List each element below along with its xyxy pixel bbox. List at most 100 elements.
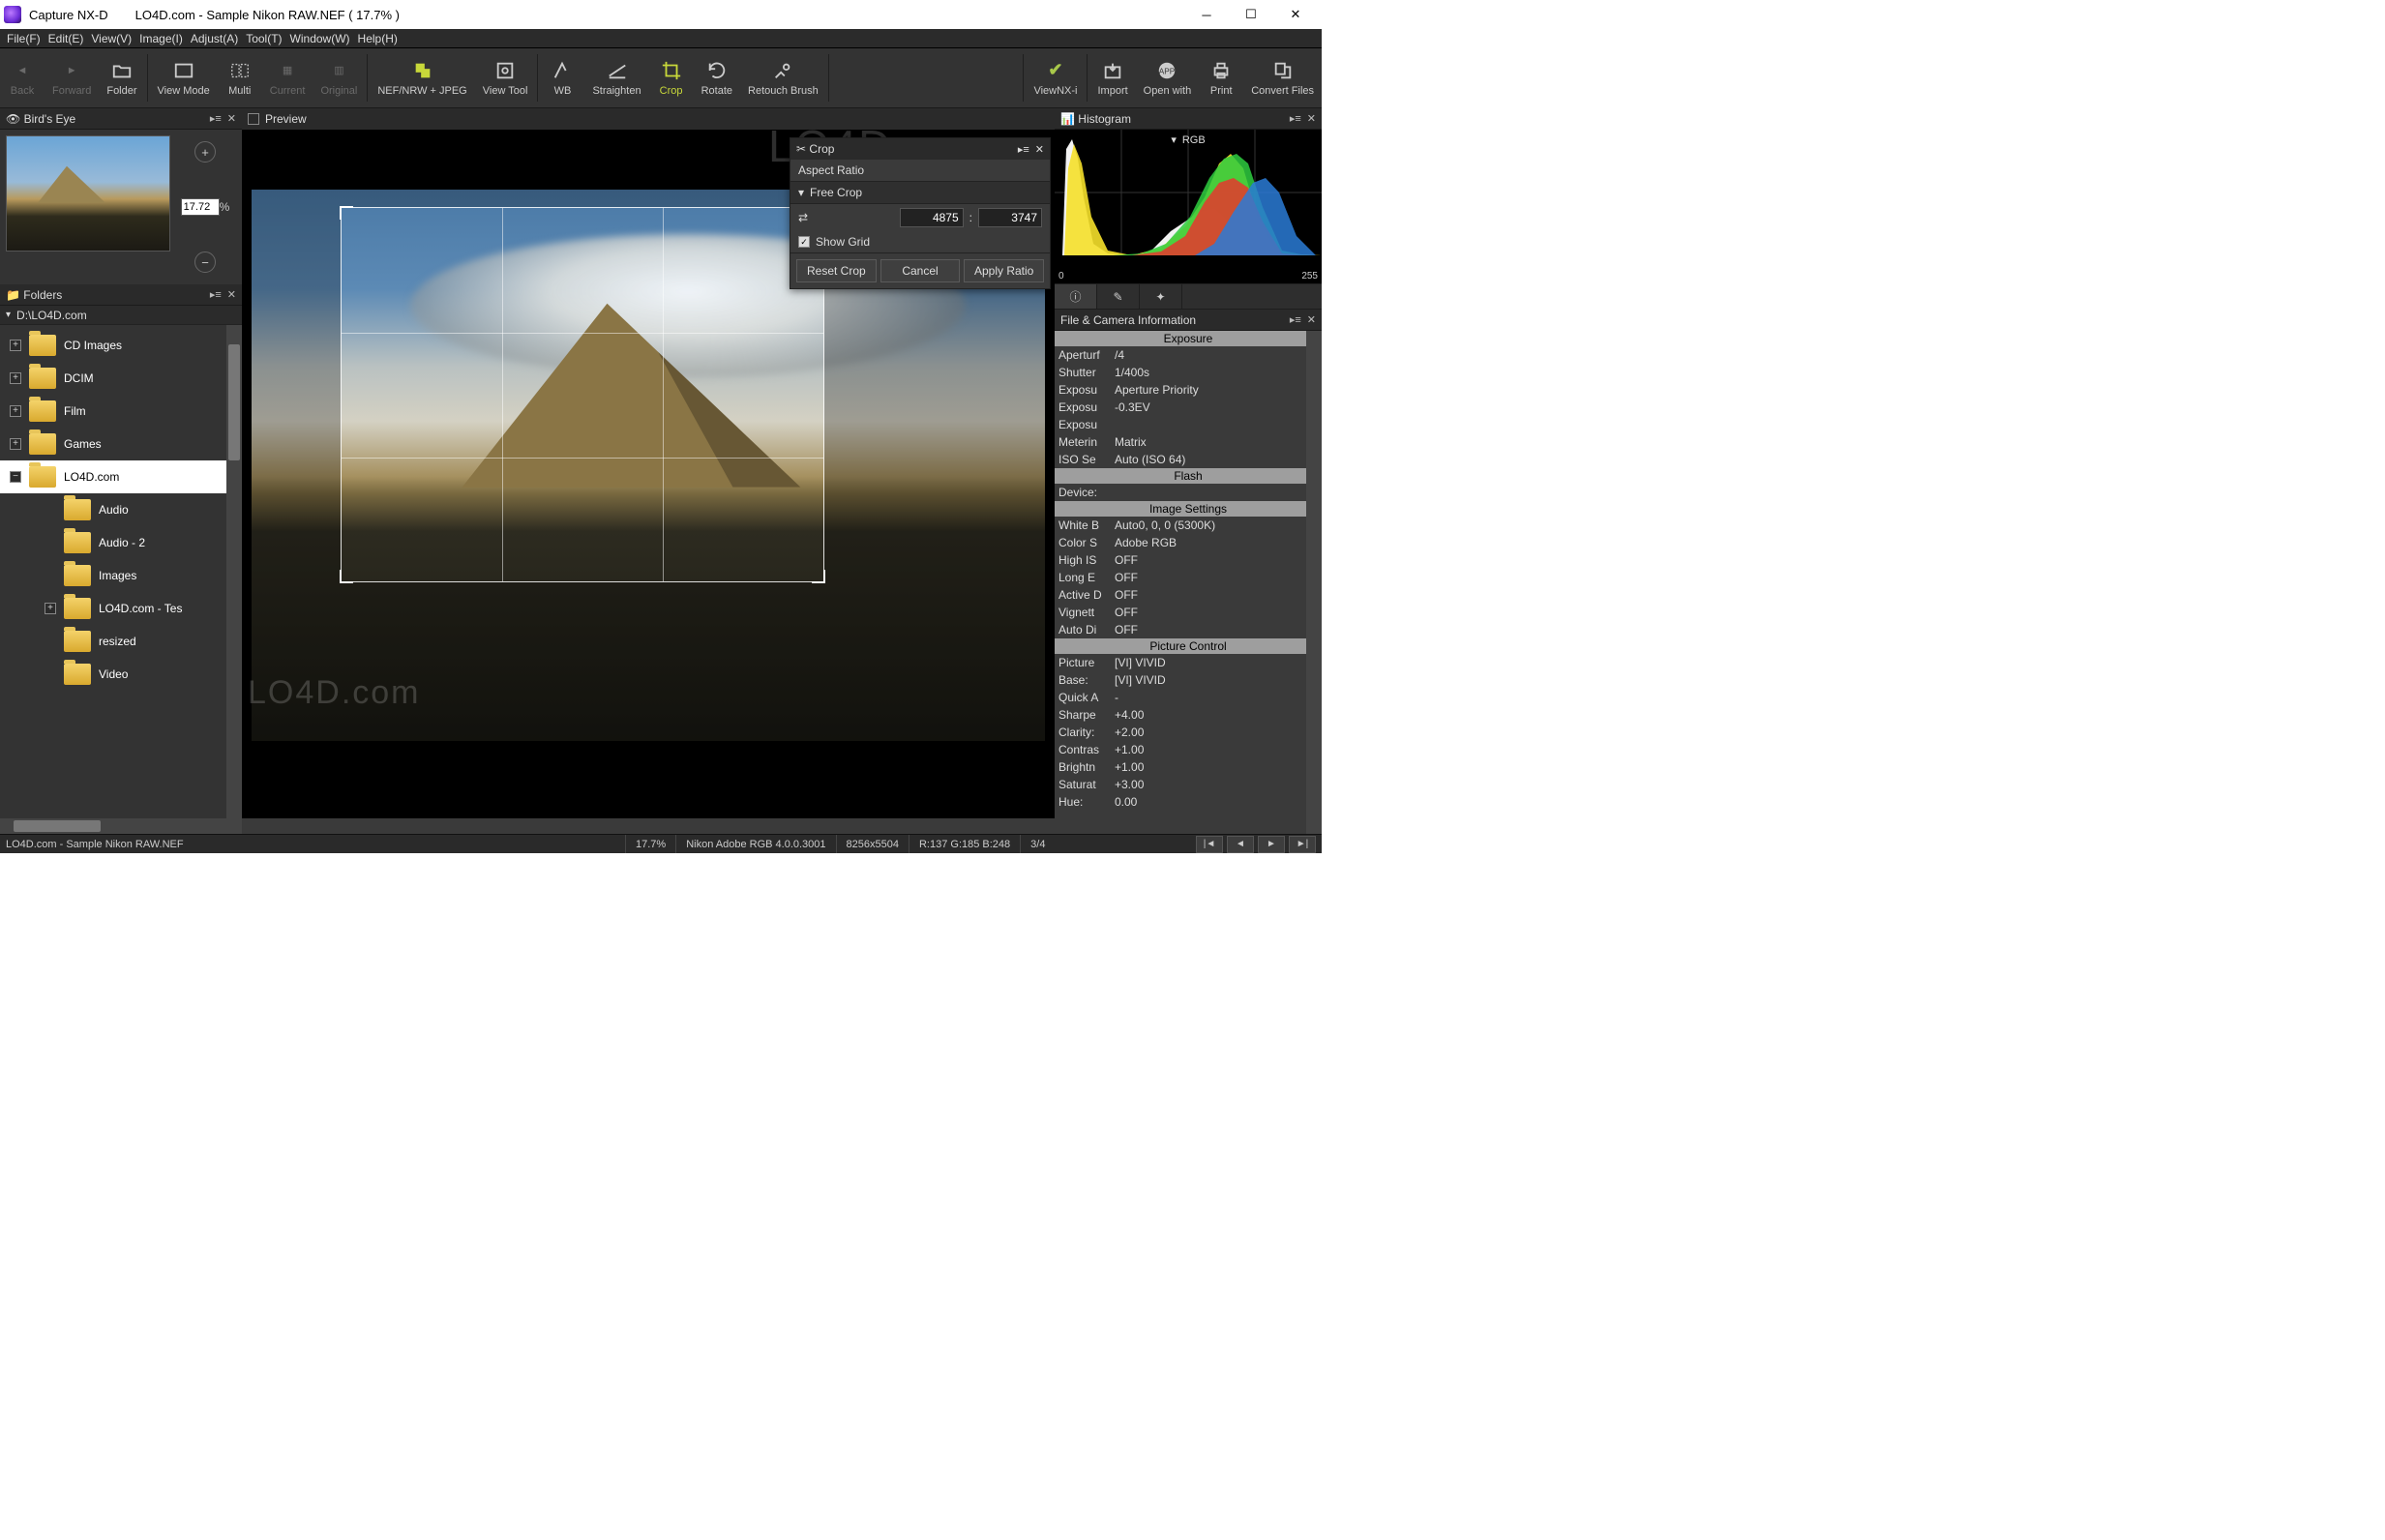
back-button[interactable]: ◄Back bbox=[0, 48, 45, 107]
panel-close-icon[interactable]: ✕ bbox=[227, 288, 236, 301]
multi-button[interactable]: Multi bbox=[218, 48, 262, 107]
menu-tool[interactable]: Tool(T) bbox=[243, 32, 284, 45]
zoom-out-button[interactable]: − bbox=[194, 252, 216, 273]
folder-tree[interactable]: +CD Images+DCIM+Film+Games−LO4D.comAudio… bbox=[0, 325, 242, 818]
info-row: White BAuto0, 0, 0 (5300K) bbox=[1055, 517, 1322, 534]
info-row: Aperturf/4 bbox=[1055, 346, 1322, 364]
expand-icon[interactable] bbox=[45, 570, 56, 581]
expand-icon[interactable]: + bbox=[10, 405, 21, 417]
svg-text:APP: APP bbox=[1159, 67, 1176, 75]
crop-width-input[interactable] bbox=[900, 208, 964, 227]
panel-close-icon[interactable]: ✕ bbox=[1035, 143, 1044, 156]
image-viewport[interactable]: LO4D.com LO4D.com ✂ Crop ▸≡✕ Aspect Rati… bbox=[242, 130, 1055, 818]
wb-button[interactable]: WB bbox=[540, 48, 584, 107]
folder-row[interactable]: resized bbox=[0, 625, 242, 658]
convert-button[interactable]: Convert Files bbox=[1243, 48, 1322, 107]
forward-button[interactable]: ►Forward bbox=[45, 48, 99, 107]
maximize-button[interactable]: ☐ bbox=[1229, 0, 1273, 29]
expand-icon[interactable]: + bbox=[10, 340, 21, 351]
preview-checkbox[interactable] bbox=[248, 113, 259, 125]
info-scrollbar[interactable] bbox=[1306, 331, 1322, 834]
expand-icon[interactable] bbox=[45, 668, 56, 680]
folder-row[interactable]: Images bbox=[0, 559, 242, 592]
panel-menu-icon[interactable]: ▸≡ bbox=[1290, 313, 1301, 326]
menu-window[interactable]: Window(W) bbox=[287, 32, 353, 45]
panel-close-icon[interactable]: ✕ bbox=[227, 112, 236, 125]
tab-edit[interactable]: ✎ bbox=[1097, 284, 1140, 309]
expand-icon[interactable] bbox=[45, 636, 56, 647]
zoom-in-button[interactable]: + bbox=[194, 141, 216, 163]
menu-edit[interactable]: Edit(E) bbox=[45, 32, 87, 45]
panel-close-icon[interactable]: ✕ bbox=[1307, 313, 1316, 326]
crop-height-input[interactable] bbox=[978, 208, 1042, 227]
expand-icon[interactable]: − bbox=[10, 471, 21, 483]
print-button[interactable]: Print bbox=[1199, 48, 1243, 107]
reset-crop-button[interactable]: Reset Crop bbox=[796, 259, 877, 282]
panel-menu-icon[interactable]: ▸≡ bbox=[1018, 143, 1029, 156]
menu-file[interactable]: File(F) bbox=[4, 32, 44, 45]
panel-menu-icon[interactable]: ▸≡ bbox=[210, 288, 222, 301]
tree-hscroll[interactable] bbox=[0, 818, 242, 834]
expand-icon[interactable]: + bbox=[45, 603, 56, 614]
retouch-button[interactable]: Retouch Brush bbox=[740, 48, 826, 107]
view-tool-button[interactable]: View Tool bbox=[475, 48, 536, 107]
info-row: Device: bbox=[1055, 484, 1322, 501]
panel-menu-icon[interactable]: ▸≡ bbox=[210, 112, 222, 125]
histogram-channel[interactable]: RGB bbox=[1182, 134, 1206, 146]
expand-icon[interactable] bbox=[45, 537, 56, 548]
cancel-crop-button[interactable]: Cancel bbox=[880, 259, 961, 282]
tab-adjust[interactable]: ✦ bbox=[1140, 284, 1182, 309]
minimize-button[interactable]: ─ bbox=[1184, 0, 1229, 29]
import-button[interactable]: Import bbox=[1089, 48, 1135, 107]
apply-ratio-button[interactable]: Apply Ratio bbox=[964, 259, 1044, 282]
zoom-value[interactable]: 17.72 bbox=[181, 198, 220, 216]
last-image-button[interactable]: ►| bbox=[1289, 836, 1316, 853]
tree-scrollbar[interactable] bbox=[226, 325, 242, 818]
expand-icon[interactable] bbox=[45, 504, 56, 516]
show-grid-checkbox[interactable]: ✓ bbox=[798, 236, 810, 248]
folder-row[interactable]: Audio bbox=[0, 493, 242, 526]
menu-help[interactable]: Help(H) bbox=[355, 32, 401, 45]
folder-row[interactable]: +Games bbox=[0, 428, 242, 460]
panel-menu-icon[interactable]: ▸≡ bbox=[1290, 112, 1301, 125]
original-button[interactable]: ▥Original bbox=[313, 48, 365, 107]
straighten-button[interactable]: Straighten bbox=[584, 48, 648, 107]
crop-rectangle[interactable] bbox=[341, 207, 824, 582]
swap-dims-icon[interactable]: ⇄ bbox=[798, 211, 808, 224]
folder-path[interactable]: D:\LO4D.com bbox=[0, 306, 242, 325]
menu-image[interactable]: Image(I) bbox=[136, 32, 186, 45]
viewnx-button[interactable]: ✔ViewNX-i bbox=[1026, 48, 1085, 107]
folder-row[interactable]: +Film bbox=[0, 395, 242, 428]
folder-row[interactable]: +DCIM bbox=[0, 362, 242, 395]
folder-row[interactable]: Video bbox=[0, 658, 242, 691]
folder-row[interactable]: +LO4D.com - Tes bbox=[0, 592, 242, 625]
status-index: 3/4 bbox=[1020, 835, 1055, 853]
crop-mode-dropdown[interactable]: ▾Free Crop bbox=[790, 181, 1050, 204]
prev-image-button[interactable]: ◄ bbox=[1227, 836, 1254, 853]
birdseye-panel: + 17.72% − bbox=[0, 130, 242, 284]
folder-row[interactable]: Audio - 2 bbox=[0, 526, 242, 559]
birdseye-title: Bird's Eye bbox=[24, 112, 76, 126]
open-with-button[interactable]: APPOpen with bbox=[1136, 48, 1200, 107]
folder-row[interactable]: −LO4D.com bbox=[0, 460, 242, 493]
close-button[interactable]: ✕ bbox=[1273, 0, 1318, 29]
tab-info[interactable]: ⓘ bbox=[1055, 284, 1097, 309]
panel-close-icon[interactable]: ✕ bbox=[1307, 112, 1316, 125]
folder-row[interactable]: +CD Images bbox=[0, 329, 242, 362]
current-button[interactable]: ▦Current bbox=[262, 48, 313, 107]
rotate-button[interactable]: Rotate bbox=[694, 48, 740, 107]
folder-button[interactable]: Folder bbox=[99, 48, 144, 107]
nef-jpeg-button[interactable]: NEF/NRW + JPEG bbox=[370, 48, 474, 107]
view-mode-button[interactable]: View Mode bbox=[150, 48, 218, 107]
viewport-hscroll[interactable] bbox=[242, 818, 1055, 834]
next-image-button[interactable]: ► bbox=[1258, 836, 1285, 853]
menu-view[interactable]: View(V) bbox=[88, 32, 134, 45]
menu-adjust[interactable]: Adjust(A) bbox=[188, 32, 241, 45]
crop-button[interactable]: Crop bbox=[649, 48, 694, 107]
expand-icon[interactable]: + bbox=[10, 438, 21, 450]
expand-icon[interactable]: + bbox=[10, 372, 21, 384]
folder-icon bbox=[29, 466, 56, 488]
birdseye-thumbnail[interactable] bbox=[6, 135, 170, 252]
first-image-button[interactable]: |◄ bbox=[1196, 836, 1223, 853]
info-tabs: ⓘ ✎ ✦ bbox=[1055, 284, 1322, 310]
